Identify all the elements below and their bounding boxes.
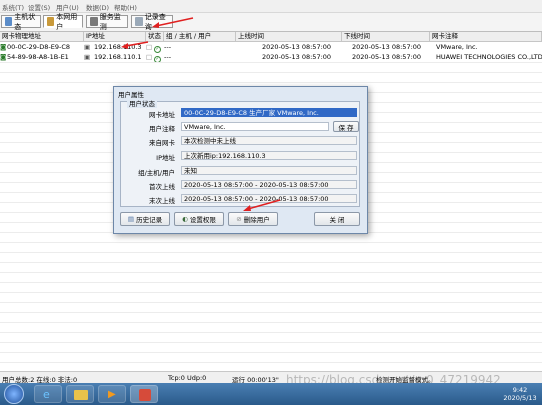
- row-online: 2020-05-13 08:57:00: [262, 53, 332, 61]
- col-comment[interactable]: 网卡注释: [430, 32, 542, 41]
- field-label-mac: 网卡地址: [149, 111, 175, 119]
- row-mac: 54-89-98-A8-1B-E1: [7, 53, 69, 61]
- grid-line: [0, 242, 542, 243]
- grid-line: [0, 252, 542, 253]
- table-row[interactable]: ◙ 00-0C-29-D8-E9-C8 ▣ 192.168.110.3 □ ✓ …: [0, 42, 542, 53]
- menu-bar: 系统(T) 设置(S) 用户(U) 数据(D) 帮助(H): [0, 0, 542, 13]
- history-icon: ▤: [127, 215, 135, 223]
- group-label: 用户状态: [127, 98, 157, 108]
- grid-line: [0, 72, 542, 73]
- row-group: ---: [164, 53, 172, 61]
- delete-user-button[interactable]: ⊘ 删除用户: [228, 212, 278, 226]
- close-button[interactable]: 关 闭: [314, 212, 360, 226]
- menu-system[interactable]: 系统(T): [2, 2, 24, 12]
- row-online: 2020-05-13 08:57:00: [262, 43, 332, 51]
- grid-line: [0, 352, 542, 353]
- ie-icon[interactable]: e: [34, 385, 62, 403]
- row-comment: VMware, Inc.: [436, 43, 478, 51]
- ip-field: 上次新用ip:192.168.110.3: [181, 151, 357, 160]
- group-field: 未知: [181, 166, 357, 175]
- menu-settings[interactable]: 设置(S): [28, 2, 50, 12]
- menu-data[interactable]: 数据(D): [86, 2, 109, 12]
- red-arrow-annotation: [121, 41, 149, 49]
- col-group[interactable]: 组 / 主机 / 用户: [164, 32, 236, 41]
- field-label-ip: IP地址: [156, 154, 175, 162]
- app-icon[interactable]: [130, 385, 158, 403]
- row-offline: 2020-05-13 08:57:00: [352, 43, 422, 51]
- field-label-first-online: 首次上线: [149, 183, 175, 191]
- row-offline: 2020-05-13 08:57:00: [352, 53, 422, 61]
- grid-line: [0, 332, 542, 333]
- row-group: ---: [164, 43, 172, 51]
- row-checkbox[interactable]: □: [146, 52, 154, 62]
- row-mac: 00-0C-29-D8-E9-C8: [7, 43, 71, 51]
- log-icon: [135, 17, 143, 26]
- col-offline[interactable]: 下线时间: [342, 32, 430, 41]
- grid-line: [0, 342, 542, 343]
- shield-icon: ◐: [182, 215, 188, 223]
- user-comment-input[interactable]: VMware, Inc.: [181, 122, 329, 131]
- history-button[interactable]: ▤ 历史记录: [120, 212, 170, 226]
- computer-icon: ▣: [84, 53, 91, 61]
- row-comment: HUAWEI TECHNOLOGIES CO.,LTD: [436, 53, 542, 61]
- grid-line: [0, 362, 542, 363]
- nic-field: 本次检测中未上线: [181, 136, 357, 145]
- col-mac[interactable]: 网卡物理地址: [0, 32, 84, 41]
- field-label-group: 组/主机/用户: [138, 169, 175, 177]
- grid-line: [0, 272, 542, 273]
- menu-user[interactable]: 用户(U): [56, 2, 79, 12]
- set-permissions-button[interactable]: ◐ 设置权限: [174, 212, 224, 226]
- folder-icon[interactable]: [66, 385, 94, 403]
- grid-line: [0, 292, 542, 293]
- users-icon: [47, 17, 55, 26]
- monitor-icon: [5, 17, 13, 26]
- media-player-icon[interactable]: ▶: [98, 385, 126, 403]
- user-status-group: 用户状态 网卡地址 00-0C-29-D8-E9-C8 生产厂家 VMware,…: [120, 98, 360, 207]
- red-arrow-annotation: [243, 199, 281, 211]
- grid-line: [0, 302, 542, 303]
- col-online[interactable]: 上线时间: [236, 32, 342, 41]
- tab-host-status[interactable]: 主机状态: [1, 13, 41, 31]
- red-arrow-annotation: [152, 17, 194, 28]
- grid-line: [0, 262, 542, 263]
- grid-line: [0, 312, 542, 313]
- grid-line: [0, 62, 542, 63]
- grid-line: [0, 322, 542, 323]
- start-button[interactable]: [4, 384, 24, 404]
- list-header: 网卡物理地址 IP地址 状态 组 / 主机 / 用户 上线时间 下线时间 网卡注…: [0, 32, 542, 42]
- field-label-comment: 用户注释: [149, 125, 175, 133]
- field-label-last-online: 末次上线: [149, 197, 175, 205]
- row-ip: 192.168.110.1: [94, 53, 142, 61]
- tab-service-monitor[interactable]: 服务监测: [86, 13, 128, 31]
- first-online-field: 2020-05-13 08:57:00 - 2020-05-13 08:57:0…: [181, 180, 357, 189]
- taskbar: e ▶ 9:42 2020/5/13: [0, 383, 542, 405]
- user-properties-dialog: 用户属性 用户状态 网卡地址 00-0C-29-D8-E9-C8 生产厂家 VM…: [113, 86, 368, 234]
- computer-icon: ▣: [84, 43, 91, 51]
- grid-line: [0, 282, 542, 283]
- delete-icon: ⊘: [236, 215, 242, 223]
- tab-local-users[interactable]: 本网用户: [43, 13, 83, 31]
- grid-icon: [90, 17, 98, 26]
- table-row[interactable]: ◙ 54-89-98-A8-1B-E1 ▣ 192.168.110.1 □ ✓ …: [0, 52, 542, 63]
- menu-help[interactable]: 帮助(H): [114, 2, 137, 12]
- grid-line: [0, 82, 542, 83]
- field-label-nic: 来自网卡: [149, 139, 175, 147]
- toolbar: 主机状态 本网用户 服务监测 记录查询: [0, 13, 542, 32]
- port-status: Tcp:0 Udp:0: [168, 374, 207, 382]
- save-button[interactable]: 保 存: [333, 121, 359, 132]
- mac-field[interactable]: 00-0C-29-D8-E9-C8 生产厂家 VMware, Inc.: [181, 108, 357, 117]
- clock[interactable]: 9:42 2020/5/13: [500, 386, 540, 402]
